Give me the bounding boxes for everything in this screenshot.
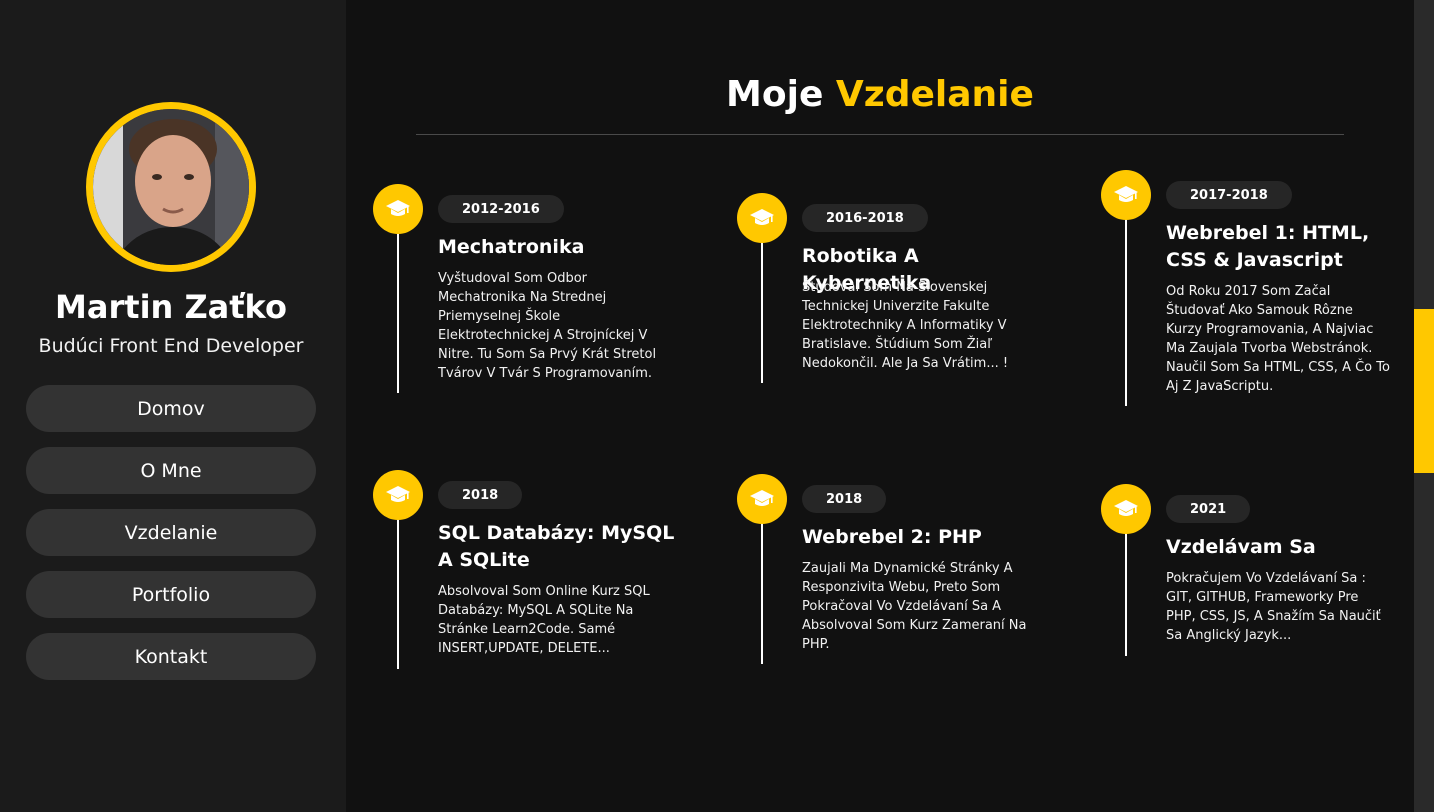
profile-avatar — [86, 102, 256, 272]
education-years: 2018 — [802, 485, 887, 513]
nav-home-button[interactable]: Domov — [26, 385, 316, 432]
nav-education-button[interactable]: Vzdelanie — [26, 509, 316, 556]
education-years: 2016-2018 — [802, 204, 928, 232]
timeline-line — [1125, 214, 1127, 406]
nav-portfolio-button[interactable]: Portfolio — [26, 571, 316, 618]
education-years: 2012-2016 — [438, 195, 564, 223]
profile-photo — [93, 109, 249, 265]
timeline-line — [761, 237, 763, 383]
timeline-line — [761, 518, 763, 664]
graduation-cap-icon — [737, 474, 787, 524]
graduation-cap-icon — [373, 470, 423, 520]
education-description: Vyštudoval Som Odbor Mechatronika Na Str… — [438, 271, 657, 381]
profile-role: Budúci Front End Developer — [38, 335, 304, 357]
education-title: Vzdelávam Sa — [1166, 536, 1316, 558]
graduation-cap-icon — [1101, 170, 1151, 220]
title-divider — [416, 134, 1344, 135]
education-years: 2021 — [1166, 495, 1251, 523]
nav-contact-button[interactable]: Kontakt — [26, 633, 316, 680]
education-description: Pokračujem Vo Vzdelávaní Sa : GIT, GITHU… — [1166, 571, 1381, 643]
scrollbar-thumb[interactable] — [1414, 309, 1434, 473]
graduation-cap-icon — [373, 184, 423, 234]
education-title: SQL Databázy: MySQL A SQLite — [438, 522, 675, 571]
education-description: Študoval Som Na Slovenskej Technickej Un… — [802, 280, 1009, 371]
profile-name: Martin Zaťko — [55, 288, 287, 326]
education-years: 2018 — [438, 481, 523, 509]
page-title-accent: Vzdelanie — [835, 74, 1034, 115]
graduation-cap-icon — [1101, 484, 1151, 534]
sidebar: Martin Zaťko Budúci Front End Developer … — [0, 0, 346, 812]
education-years: 2017-2018 — [1166, 181, 1292, 209]
education-title: Mechatronika — [438, 236, 585, 258]
page-title-prefix: Moje — [726, 74, 824, 115]
education-title: Webrebel 1: HTML, CSS & Javascript — [1166, 222, 1370, 271]
education-description: Absolvoval Som Online Kurz SQL Databázy:… — [438, 584, 650, 656]
education-description: Zaujali Ma Dynamické Stránky A Responziv… — [802, 561, 1027, 652]
page-title: Moje Vzdelanie — [416, 74, 1344, 115]
timeline-line — [1125, 528, 1127, 656]
education-description: Od Roku 2017 Som Začal Študovať Ako Samo… — [1166, 284, 1390, 394]
nav-about-button[interactable]: O Mne — [26, 447, 316, 494]
timeline-line — [397, 514, 399, 669]
timeline-line — [397, 228, 399, 393]
graduation-cap-icon — [737, 193, 787, 243]
education-title: Webrebel 2: PHP — [802, 526, 982, 548]
